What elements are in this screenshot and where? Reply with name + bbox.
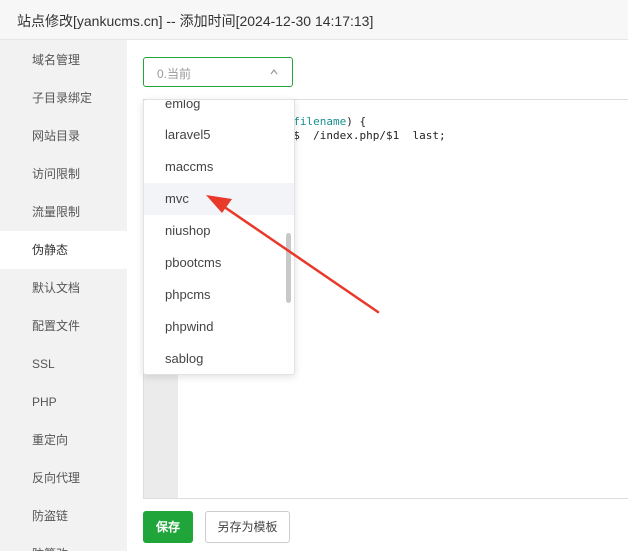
sidebar: 域名管理 子目录绑定 网站目录 访问限制 流量限制 伪静态 默认文档 配置文件 …	[0, 40, 127, 551]
sidebar-item-rewrite[interactable]: 伪静态	[0, 231, 127, 269]
sidebar-item-config-file[interactable]: 配置文件	[0, 307, 127, 345]
save-button[interactable]: 保存	[143, 511, 193, 543]
save-as-template-button[interactable]: 另存为模板	[205, 511, 290, 543]
sidebar-item-traffic-limit[interactable]: 流量限制	[0, 193, 127, 231]
option-mvc[interactable]: mvc	[144, 183, 294, 215]
sidebar-item-php[interactable]: PHP	[0, 383, 127, 421]
option-laravel5[interactable]: laravel5	[144, 119, 294, 151]
option-phpcms[interactable]: phpcms	[144, 279, 294, 311]
window-title: 站点修改[yankucms.cn] -- 添加时间[2024-12-30 14:…	[17, 13, 374, 29]
option-pbootcms[interactable]: pbootcms	[144, 247, 294, 279]
option-maccms[interactable]: maccms	[144, 151, 294, 183]
sidebar-item-site-dir[interactable]: 网站目录	[0, 117, 127, 155]
sidebar-item-hotlink[interactable]: 防盗链	[0, 497, 127, 535]
option-sablog[interactable]: sablog	[144, 343, 294, 374]
window-titlebar: 站点修改[yankucms.cn] -- 添加时间[2024-12-30 14:…	[0, 0, 628, 40]
sidebar-item-tamper[interactable]: 防篡改	[0, 535, 127, 551]
rewrite-template-select[interactable]: 0.当前	[143, 57, 293, 87]
chevron-up-icon	[270, 69, 278, 75]
sidebar-item-reverse-proxy[interactable]: 反向代理	[0, 459, 127, 497]
sidebar-item-default-doc[interactable]: 默认文档	[0, 269, 127, 307]
dropdown-scrollbar[interactable]	[286, 233, 291, 303]
sidebar-item-domain[interactable]: 域名管理	[0, 41, 127, 79]
sidebar-item-redirect[interactable]: 重定向	[0, 421, 127, 459]
rewrite-template-dropdown[interactable]: emlog laravel5 maccms mvc niushop pbootc…	[143, 99, 295, 375]
sidebar-item-access-limit[interactable]: 访问限制	[0, 155, 127, 193]
sidebar-item-subdir[interactable]: 子目录绑定	[0, 79, 127, 117]
select-value: 0.当前	[157, 67, 192, 81]
code-line2: *)$ /index.php/$1 last;	[280, 129, 446, 142]
option-niushop[interactable]: niushop	[144, 215, 294, 247]
sidebar-item-ssl[interactable]: SSL	[0, 345, 127, 383]
code-line1-end: ) {	[346, 115, 367, 128]
option-phpwind[interactable]: phpwind	[144, 311, 294, 343]
option-emlog[interactable]: emlog	[144, 100, 294, 120]
